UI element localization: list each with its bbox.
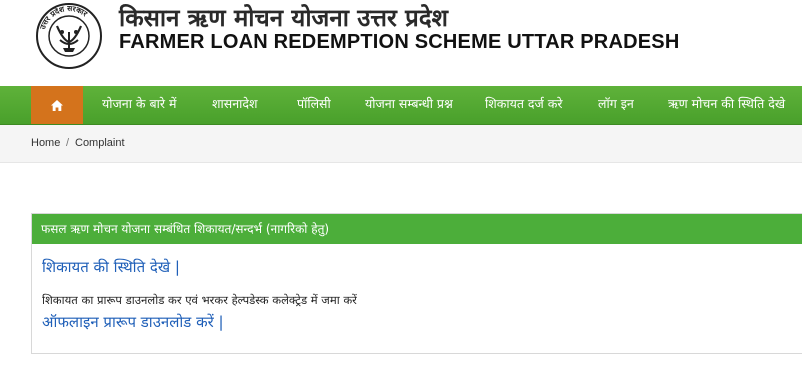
- nav-item-register-complaint[interactable]: शिकायत दर्ज करे: [485, 86, 563, 124]
- breadcrumb-home-link[interactable]: Home: [31, 137, 60, 149]
- complaint-panel: फसल ऋण मोचन योजना सम्बंधित शिकायत/सन्दर्…: [31, 213, 802, 354]
- up-government-emblem-icon: उत्तर प्रदेश सरकार: [36, 3, 102, 69]
- panel-heading: फसल ऋण मोचन योजना सम्बंधित शिकायत/सन्दर्…: [32, 214, 802, 244]
- nav-item-policy[interactable]: पॉलिसी: [297, 86, 331, 124]
- nav-item-loan-status[interactable]: ऋण मोचन की स्थिति देखे: [668, 86, 785, 124]
- nav-item-login[interactable]: लॉग इन: [598, 86, 634, 124]
- home-icon: [51, 99, 63, 111]
- nav-home-button[interactable]: [31, 86, 83, 124]
- site-title-english: FARMER LOAN REDEMPTION SCHEME UTTAR PRAD…: [119, 31, 680, 53]
- nav-item-government-orders[interactable]: शासनादेश: [212, 86, 258, 124]
- nav-item-about-scheme[interactable]: योजना के बारे में: [102, 86, 176, 124]
- offline-form-download-link[interactable]: ऑफलाइन प्रारूप डाउनलोड करें |: [42, 312, 224, 332]
- site-header: उत्तर प्रदेश सरकार किसान ऋण मोचन योजना उ…: [0, 0, 802, 86]
- complaint-status-link[interactable]: शिकायत की स्थिति देखे |: [42, 257, 180, 277]
- breadcrumb: Home / Complaint: [0, 125, 802, 163]
- breadcrumb-separator: /: [66, 137, 70, 149]
- main-navbar: योजना के बारे में शासनादेश पॉलिसी योजना …: [0, 86, 802, 125]
- site-title-hindi: किसान ऋण मोचन योजना उत्तर प्रदेश: [119, 4, 448, 32]
- nav-item-scheme-faq[interactable]: योजना सम्बन्धी प्रश्न: [365, 86, 453, 124]
- breadcrumb-current: Complaint: [75, 137, 125, 149]
- download-instructions: शिकायत का प्रारूप डाउनलोड कर एवं भरकर हे…: [42, 293, 357, 307]
